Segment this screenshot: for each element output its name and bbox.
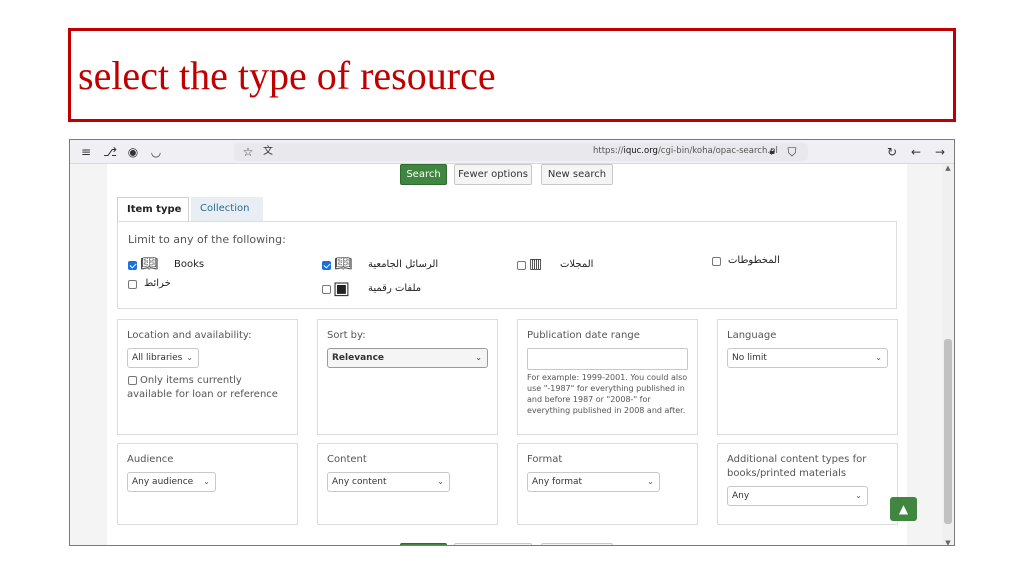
journals-checkbox[interactable]	[517, 261, 526, 270]
format-panel: Format Any format ⌄	[517, 443, 698, 525]
books-checkbox[interactable]	[128, 261, 137, 270]
journals-label: المجلات	[560, 259, 594, 270]
manuscripts-label: المخطوطات	[728, 255, 780, 266]
location-label: Location and availability:	[127, 330, 252, 341]
translate-icon[interactable]: 文	[260, 144, 276, 160]
chevron-down-icon: ⌄	[186, 353, 193, 362]
pubdate-panel: Publication date range For example: 1999…	[517, 319, 698, 435]
audience-panel: Audience Any audience ⌄	[117, 443, 298, 525]
location-select[interactable]: All libraries ⌄	[127, 348, 199, 368]
back-to-top-button[interactable]: ▲	[890, 497, 917, 521]
scroll-down-icon[interactable]: ▼	[944, 539, 952, 545]
tab-collection[interactable]: Collection	[191, 197, 263, 221]
location-panel: Location and availability: All libraries…	[117, 319, 298, 435]
fewer-options-button-bottom[interactable]	[454, 543, 532, 545]
opac-search-page: Search Fewer options New search Item typ…	[107, 164, 907, 545]
maps-checkbox[interactable]	[128, 280, 137, 289]
url-bar[interactable]: ☆ 文 https://iquc.org/cgi-bin/koha/opac-s…	[234, 143, 808, 161]
chevron-down-icon: ⌄	[475, 353, 482, 362]
arrow-up-icon: ▲	[898, 502, 909, 516]
pubdate-hint-1: For example: 1999-2001. You could also	[527, 373, 688, 382]
additional-content-label-2: books/printed materials	[727, 468, 847, 479]
additional-content-label: Additional content types for	[727, 454, 867, 465]
back-icon[interactable]: ←	[908, 144, 924, 160]
language-panel: Language No limit ⌄	[717, 319, 898, 435]
extension-icon[interactable]: ⎇	[102, 144, 118, 160]
menu-icon[interactable]: ≡	[78, 144, 94, 160]
limit-heading: Limit to any of the following:	[128, 233, 286, 246]
reload-icon[interactable]: ↻	[884, 144, 900, 160]
item-type-panel: Limit to any of the following: 📖︎ Books …	[117, 221, 897, 309]
chevron-down-icon: ⌄	[437, 477, 444, 486]
available-only-checkbox[interactable]	[128, 376, 137, 385]
search-button[interactable]: Search	[400, 164, 447, 185]
pubdate-hint-4: everything published in 2008 and after.	[527, 406, 686, 415]
thesis-book-icon: 📖︎	[334, 256, 352, 272]
available-only-label: Only items currently	[140, 375, 242, 386]
digital-files-checkbox[interactable]	[322, 285, 331, 294]
theses-checkbox[interactable]	[322, 261, 331, 270]
maps-label: خرائط	[144, 278, 171, 289]
url-text: https://iquc.org/cgi-bin/koha/opac-searc…	[593, 146, 778, 156]
slide-title: select the type of resource	[78, 53, 496, 98]
forward-icon[interactable]: →	[932, 144, 948, 160]
chevron-down-icon: ⌄	[203, 477, 210, 486]
account-icon[interactable]: ◉	[125, 144, 141, 160]
pubdate-hint-2: use "-1987" for everything published in	[527, 384, 685, 393]
browser-screenshot: ≡ ⎇ ◉ ◡ ☆ 文 https://iquc.org/cgi-bin/koh…	[69, 139, 955, 546]
tab-item-type[interactable]: Item type	[117, 197, 189, 221]
scroll-up-icon[interactable]: ▲	[944, 164, 952, 172]
audience-select[interactable]: Any audience ⌄	[127, 472, 216, 492]
manuscripts-checkbox[interactable]	[712, 257, 721, 266]
browser-toolbar: ≡ ⎇ ◉ ◡ ☆ 文 https://iquc.org/cgi-bin/koh…	[70, 140, 954, 164]
shield-icon[interactable]: ⛉	[784, 144, 800, 160]
new-search-button[interactable]: New search	[541, 164, 613, 185]
pubdate-label: Publication date range	[527, 330, 640, 341]
audience-label: Audience	[127, 454, 174, 465]
pubdate-hint-3: and before 1987 or "2008-" for	[527, 395, 651, 404]
chevron-down-icon: ⌄	[855, 491, 862, 500]
lock-icon[interactable]: 🔒︎	[764, 144, 780, 160]
search-button-bottom[interactable]	[400, 543, 447, 545]
additional-content-panel: Additional content types for books/print…	[717, 443, 898, 525]
pocket-icon[interactable]: ◡	[148, 144, 164, 160]
content-panel: Content Any content ⌄	[317, 443, 498, 525]
language-select[interactable]: No limit ⌄	[727, 348, 888, 368]
new-search-button-bottom[interactable]	[541, 543, 613, 545]
sort-select[interactable]: Relevance ⌄	[327, 348, 488, 368]
chevron-down-icon: ⌄	[875, 353, 882, 362]
fewer-options-button[interactable]: Fewer options	[454, 164, 532, 185]
sort-panel: Sort by: Relevance ⌄	[317, 319, 498, 435]
theses-label: الرسائل الجامعية	[368, 259, 439, 270]
sort-label: Sort by:	[327, 330, 366, 341]
pubdate-input[interactable]	[527, 348, 688, 370]
chevron-down-icon: ⌄	[647, 477, 654, 486]
content-select[interactable]: Any content ⌄	[327, 472, 450, 492]
format-select[interactable]: Any format ⌄	[527, 472, 660, 492]
content-label: Content	[327, 454, 367, 465]
digital-files-label: ملفات رقمية	[368, 283, 422, 294]
available-only-label-2: available for loan or reference	[127, 389, 278, 400]
journals-icon: ▥	[529, 256, 543, 272]
books-label: Books	[174, 259, 205, 270]
format-label: Format	[527, 454, 563, 465]
book-icon: 📖︎	[140, 256, 158, 272]
additional-content-select[interactable]: Any ⌄	[727, 486, 868, 506]
bookmark-star-icon[interactable]: ☆	[240, 144, 256, 160]
page-scrollbar[interactable]: ▲ ▼	[942, 164, 954, 545]
floppy-disk-icon: ▣	[333, 278, 351, 299]
language-label: Language	[727, 330, 777, 341]
scroll-thumb[interactable]	[944, 339, 952, 524]
